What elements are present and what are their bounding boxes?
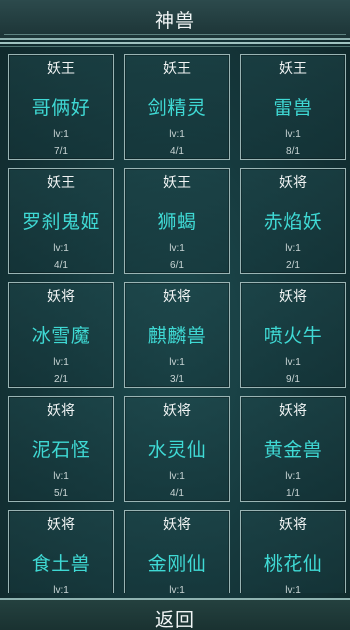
beast-card[interactable]: 妖王狮蝎 lv:1 6/1 [124, 168, 230, 274]
beast-level: lv:1 [169, 471, 185, 482]
beast-card[interactable]: 妖王罗刹鬼姬 lv:1 4/1 [8, 168, 114, 274]
beast-grid: 妖王 哥俩好 lv:1 7/1 妖王 剑精灵 lv:1 4/1 妖王 雷兽 lv:1 8/1 妖王 罗刹鬼… [8, 54, 346, 593]
beast-rank: 妖将 [47, 403, 75, 419]
beast-level: lv:1 [169, 585, 185, 593]
beast-card[interactable]: 妖将赤焰妖 lv:1 2/1 [240, 168, 346, 274]
beast-level: lv:1 [285, 585, 301, 593]
beast-rank: 妖将 [163, 403, 191, 419]
beast-list-scroll[interactable]: 妖王 哥俩好 lv:1 7/1 妖王 剑精灵 lv:1 4/1 妖王 雷兽 lv:1 8/1 妖王 罗刹鬼… [0, 50, 350, 593]
beast-level: lv:1 [53, 357, 69, 368]
beast-name: 金刚仙 [147, 553, 207, 575]
beast-name: 剑精灵 [147, 97, 207, 119]
beast-rank: 妖王 [47, 175, 75, 191]
beast-card[interactable]: 妖将桃花仙 lv:1 [240, 510, 346, 593]
top-divider [0, 42, 350, 44]
beast-count: 9/1 [286, 374, 300, 385]
beast-name: 泥石怪 [31, 439, 91, 461]
beast-level: lv:1 [169, 357, 185, 368]
beast-count: 8/1 [286, 146, 300, 157]
page-title: 神兽 [154, 10, 195, 32]
beast-rank: 妖王 [279, 61, 307, 77]
beast-name: 赤焰妖 [263, 211, 323, 233]
beast-rank: 妖王 [163, 175, 191, 191]
beast-count: 6/1 [170, 260, 184, 271]
beast-name: 桃花仙 [263, 553, 323, 575]
beast-card[interactable]: 妖王雷兽 lv:1 8/1 [240, 54, 346, 160]
beast-card[interactable]: 妖将水灵仙 lv:1 4/1 [124, 396, 230, 502]
beast-level: lv:1 [169, 129, 185, 140]
beast-level: lv:1 [53, 585, 69, 593]
beast-count: 4/1 [170, 488, 184, 499]
footer-bar: 返回 [0, 598, 350, 630]
beast-rank: 妖将 [279, 289, 307, 305]
back-button[interactable]: 返回 [0, 605, 350, 630]
beast-rank: 妖将 [47, 517, 75, 533]
beast-name: 黄金兽 [263, 439, 323, 461]
beast-card[interactable]: 妖王哥俩好 lv:1 7/1 [8, 54, 114, 160]
beast-name: 喷火牛 [263, 325, 323, 347]
game-screen: 神兽 妖王 哥俩好 lv:1 7/1 妖王 剑精灵 lv:1 4/1 妖王 雷兽 lv:1 8/1 妖王… [0, 0, 350, 630]
top-divider-thin [0, 46, 350, 47]
beast-rank: 妖将 [279, 517, 307, 533]
beast-rank: 妖王 [47, 61, 75, 77]
beast-level: lv:1 [53, 243, 69, 254]
beast-level: lv:1 [169, 243, 185, 254]
beast-count: 2/1 [286, 260, 300, 271]
beast-count: 1/1 [286, 488, 300, 499]
beast-name: 麒麟兽 [147, 325, 207, 347]
beast-name: 食土兽 [31, 553, 91, 575]
beast-level: lv:1 [53, 129, 69, 140]
beast-rank: 妖王 [163, 61, 191, 77]
beast-name: 哥俩好 [31, 97, 91, 119]
beast-name: 水灵仙 [147, 439, 207, 461]
beast-name: 雷兽 [273, 97, 313, 119]
beast-name: 冰雪魔 [31, 325, 91, 347]
beast-name: 罗刹鬼姬 [21, 211, 100, 233]
beast-level: lv:1 [285, 243, 301, 254]
beast-card[interactable]: 妖将麒麟兽 lv:1 3/1 [124, 282, 230, 388]
beast-count: 4/1 [170, 146, 184, 157]
beast-name: 狮蝎 [157, 211, 197, 233]
header-divider [4, 34, 346, 35]
beast-rank: 妖将 [279, 175, 307, 191]
beast-rank: 妖将 [279, 403, 307, 419]
beast-level: lv:1 [285, 357, 301, 368]
beast-card[interactable]: 妖将金刚仙 lv:1 [124, 510, 230, 593]
beast-level: lv:1 [285, 471, 301, 482]
beast-card[interactable]: 妖王剑精灵 lv:1 4/1 [124, 54, 230, 160]
beast-count: 5/1 [54, 488, 68, 499]
beast-level: lv:1 [285, 129, 301, 140]
beast-card[interactable]: 妖将黄金兽 lv:1 1/1 [240, 396, 346, 502]
beast-level: lv:1 [53, 471, 69, 482]
beast-card[interactable]: 妖将泥石怪 lv:1 5/1 [8, 396, 114, 502]
beast-card[interactable]: 妖将食土兽 lv:1 [8, 510, 114, 593]
beast-count: 2/1 [54, 374, 68, 385]
beast-rank: 妖将 [163, 289, 191, 305]
header-bar: 神兽 [0, 0, 350, 40]
beast-count: 4/1 [54, 260, 68, 271]
beast-rank: 妖将 [163, 517, 191, 533]
beast-card[interactable]: 妖将喷火牛 lv:1 9/1 [240, 282, 346, 388]
beast-card[interactable]: 妖将冰雪魔 lv:1 2/1 [8, 282, 114, 388]
beast-count: 3/1 [170, 374, 184, 385]
beast-count: 7/1 [54, 146, 68, 157]
beast-rank: 妖将 [47, 289, 75, 305]
